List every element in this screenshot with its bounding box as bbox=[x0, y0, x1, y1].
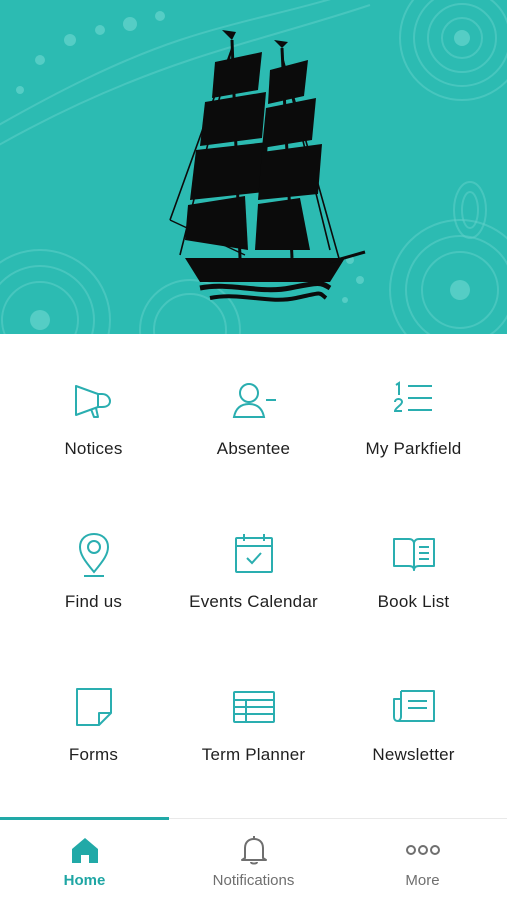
ship-logo bbox=[169, 30, 366, 302]
newspaper-icon bbox=[390, 683, 438, 731]
tile-label: My Parkfield bbox=[365, 439, 462, 458]
tile-label: Newsletter bbox=[372, 745, 455, 764]
tab-label: Home bbox=[63, 872, 106, 889]
more-dots-icon bbox=[405, 835, 440, 865]
bell-icon bbox=[239, 835, 269, 865]
calendar-check-icon bbox=[230, 530, 278, 578]
tile-notices[interactable]: Notices bbox=[9, 334, 178, 486]
tile-find-us[interactable]: Find us bbox=[9, 487, 178, 639]
feature-grid: Notices Absentee My Parkfield Find us Ev… bbox=[0, 334, 507, 820]
tile-label: Absentee bbox=[216, 439, 291, 458]
tile-label: Notices bbox=[64, 439, 123, 458]
tab-label: Notifications bbox=[212, 872, 295, 889]
home-icon bbox=[70, 835, 100, 865]
bottom-tab-bar: Home Notifications More bbox=[0, 817, 507, 900]
tile-absentee[interactable]: Absentee bbox=[169, 334, 338, 486]
tile-forms[interactable]: Forms bbox=[9, 640, 178, 792]
tab-home[interactable]: Home bbox=[0, 819, 169, 900]
note-page-icon bbox=[70, 683, 118, 731]
open-book-icon bbox=[390, 530, 438, 578]
tab-more[interactable]: More bbox=[338, 819, 507, 900]
tile-label: Term Planner bbox=[201, 745, 306, 764]
numbered-list-icon bbox=[390, 377, 438, 425]
tile-book-list[interactable]: Book List bbox=[329, 487, 498, 639]
header-banner bbox=[0, 0, 507, 334]
table-icon bbox=[230, 683, 278, 731]
tile-label: Book List bbox=[377, 592, 450, 611]
tab-notifications[interactable]: Notifications bbox=[169, 819, 338, 900]
megaphone-icon bbox=[70, 377, 118, 425]
user-minus-icon bbox=[230, 377, 278, 425]
tile-term-planner[interactable]: Term Planner bbox=[169, 640, 338, 792]
map-pin-icon bbox=[70, 530, 118, 578]
aboriginal-pattern-background bbox=[0, 0, 507, 334]
tile-label: Events Calendar bbox=[189, 592, 318, 611]
tab-label: More bbox=[405, 872, 440, 889]
tile-events-calendar[interactable]: Events Calendar bbox=[169, 487, 338, 639]
tile-my-parkfield[interactable]: My Parkfield bbox=[329, 334, 498, 486]
tile-label: Forms bbox=[68, 745, 119, 764]
tile-newsletter[interactable]: Newsletter bbox=[329, 640, 498, 792]
tile-label: Find us bbox=[64, 592, 123, 611]
